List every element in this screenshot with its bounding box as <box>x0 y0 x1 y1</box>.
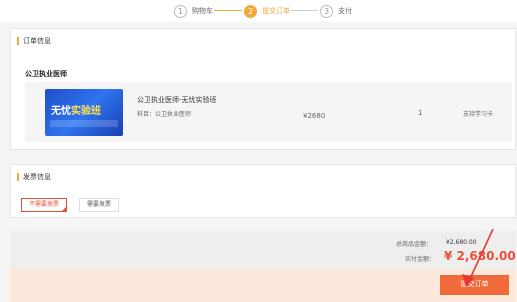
thumb-headline: 无忧实验班 <box>51 106 101 117</box>
step-number: 1 <box>174 4 187 18</box>
no-invoice-option[interactable]: 不需要发票 <box>21 198 68 212</box>
order-item-row: 无忧实验班 公卫执业医师-无忧实验班 科目：公卫执业医师 ¥2680 1 支持学… <box>25 82 512 142</box>
step-label: 提交订单 <box>262 7 290 15</box>
course-category-title: 公卫执业医师 <box>25 70 67 78</box>
step-label: 支付 <box>338 7 352 15</box>
step-pay: 3 支付 <box>320 4 352 18</box>
submit-bar: 提交订单 <box>10 269 516 302</box>
item-name[interactable]: 公卫执业医师-无忧实验班 <box>137 95 217 105</box>
selected-check-corner <box>61 206 68 212</box>
step-label: 购物车 <box>192 7 213 15</box>
step-number: 2 <box>244 4 257 18</box>
step-submit-order: 2 提交订单 <box>244 4 290 18</box>
total-label: 总商品金额： <box>396 241 433 248</box>
step-number: 3 <box>320 4 333 18</box>
course-thumbnail[interactable]: 无忧实验班 <box>45 89 123 136</box>
invoice-info-title: 发票信息 <box>17 173 51 181</box>
step-connector <box>214 10 242 11</box>
item-price: ¥2680 <box>303 112 326 120</box>
order-summary: 总商品金额： ¥2,680.00 实付金额： ¥ 2,680.00 <box>10 231 516 269</box>
option-label: 需要发票 <box>87 201 112 208</box>
need-invoice-option[interactable]: 需要发票 <box>79 198 120 212</box>
step-connector <box>290 10 318 11</box>
submit-order-button[interactable]: 提交订单 <box>440 275 509 295</box>
item-subject: 科目：公卫执业医师 <box>137 111 192 118</box>
item-payment-note: 支持学习卡 <box>463 111 494 118</box>
paid-value: ¥ 2,680.00 <box>444 249 516 263</box>
thumb-subline <box>50 120 118 127</box>
order-info-panel: 订单信息 公卫执业医师 无忧实验班 公卫执业医师-无忧实验班 科目：公卫执业医师… <box>10 28 516 150</box>
paid-label: 实付金额： <box>405 256 436 263</box>
step-cart: 1 购物车 <box>174 4 213 18</box>
item-quantity: 1 <box>418 109 423 117</box>
order-info-title: 订单信息 <box>17 37 51 45</box>
option-label: 不需要发票 <box>29 201 60 208</box>
invoice-info-panel: 发票信息 不需要发票 需要发票 <box>10 164 516 218</box>
checkout-steps: 1 购物车 2 提交订单 3 支付 <box>0 0 517 22</box>
total-value: ¥2,680.00 <box>446 239 477 246</box>
